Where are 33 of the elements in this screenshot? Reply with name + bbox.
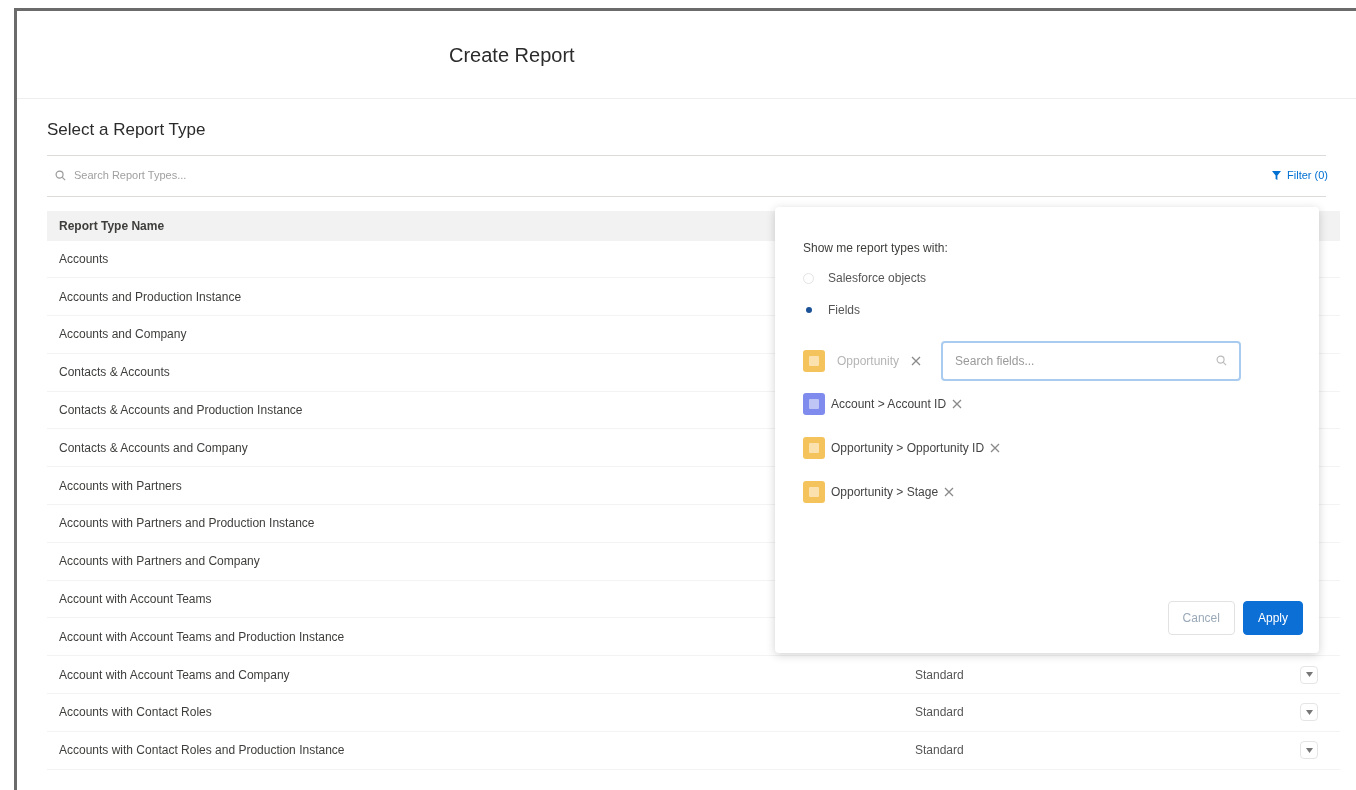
report-type-name[interactable]: Accounts with Contact Roles and Production Instance — [59, 741, 915, 760]
column-header: Report Type Name — [59, 217, 165, 235]
radio-option[interactable]: Fields — [803, 301, 1291, 319]
category-cell-text: Standard — [915, 704, 964, 722]
field-chip-label: Opportunity > Opportunity ID — [831, 440, 985, 457]
field-chip-label: Account > Account ID — [831, 396, 947, 413]
section-title: Select a Report Type — [47, 119, 207, 141]
report-type-name[interactable]: Accounts with Contact Roles — [59, 703, 915, 722]
row-menu-button[interactable] — [1300, 703, 1318, 722]
caret-icon — [1305, 672, 1313, 678]
apply-button[interactable]: Apply — [1242, 601, 1303, 635]
funnel-icon — [1272, 171, 1282, 180]
close-icon[interactable] — [944, 487, 955, 497]
search-icon — [55, 170, 66, 181]
report-type-name[interactable]: Account with Account Teams and Company — [59, 665, 915, 684]
row-menu-button[interactable] — [1300, 665, 1318, 684]
category-cell-text: Standard — [915, 666, 964, 684]
radio-option[interactable]: Salesforce objects — [803, 269, 1291, 287]
row-menu-button[interactable] — [1300, 741, 1318, 760]
search-icon — [1216, 355, 1228, 366]
caret-icon — [1305, 709, 1313, 715]
filter-button[interactable]: Filter (0) — [1260, 155, 1340, 196]
close-icon[interactable] — [990, 443, 1001, 453]
close-icon[interactable] — [911, 356, 922, 366]
caret-icon — [1305, 747, 1313, 753]
search-field[interactable]: Search Report Types... — [74, 167, 1253, 184]
popover-heading: Show me report types with: — [803, 240, 949, 257]
field-search[interactable]: Search fields... — [941, 341, 1242, 381]
field-chip-label: Opportunity > Stage — [831, 484, 939, 501]
close-icon[interactable] — [952, 399, 963, 409]
category-cell-text: Standard — [915, 742, 964, 760]
modal-title: Create Report — [449, 42, 575, 68]
object-chip-label: Opportunity — [837, 353, 900, 370]
